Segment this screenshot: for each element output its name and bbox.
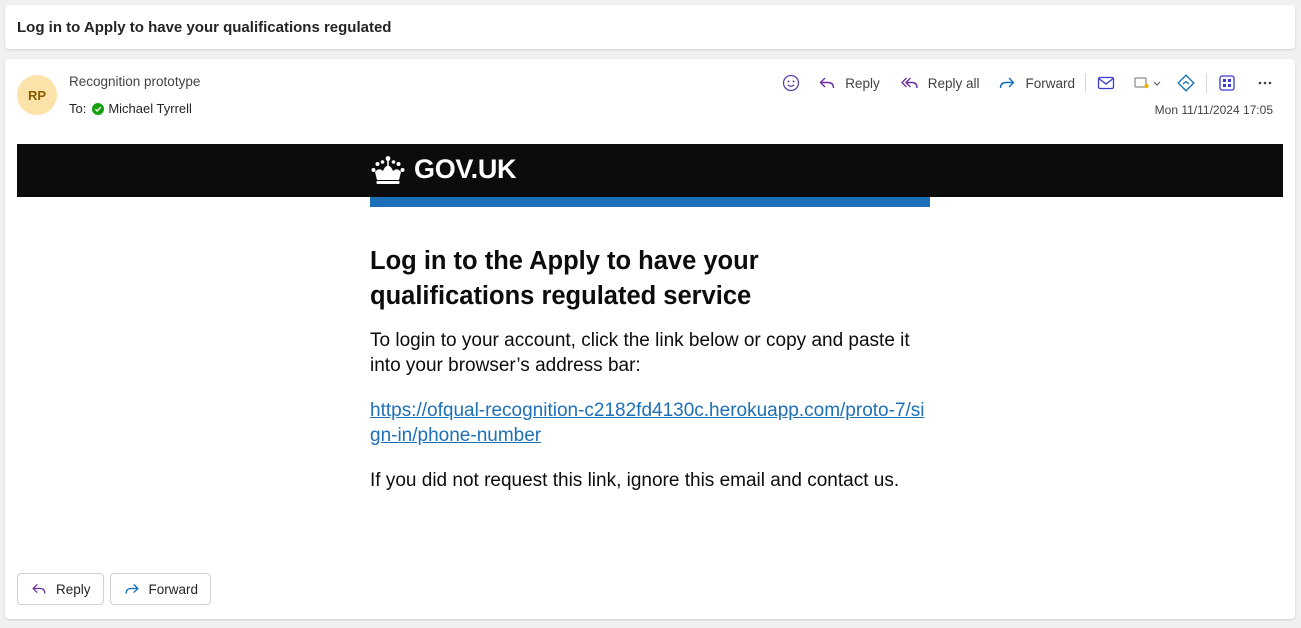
apps-grid-icon (1219, 75, 1235, 91)
govuk-blue-bar (370, 197, 930, 207)
reply-icon (32, 584, 46, 594)
recipient-name[interactable]: Michael Tyrrell (108, 101, 192, 116)
apps-button[interactable] (1217, 73, 1237, 93)
subject-bar: Log in to Apply to have your qualificati… (5, 5, 1295, 49)
bottom-reply-label: Reply (56, 581, 91, 597)
govuk-logo[interactable]: GOV.UK (371, 154, 517, 185)
emoji-icon (783, 74, 800, 92)
emoji-reaction-button[interactable] (781, 73, 801, 93)
categorize-button[interactable] (1132, 73, 1162, 93)
bottom-forward-button[interactable]: Forward (109, 573, 212, 605)
crown-icon (371, 155, 405, 184)
sent-date: Mon 11/11/2024 17:05 (1154, 103, 1273, 117)
email-heading: Log in to the Apply to have your qualifi… (370, 247, 759, 310)
reply-label: Reply (845, 75, 880, 91)
bottom-actions: Reply Forward (17, 573, 217, 605)
avatar[interactable]: RP (17, 75, 57, 115)
govuk-logo-text: GOV.UK (414, 154, 517, 184)
recipient-line: To: Michael Tyrrell (69, 101, 192, 116)
diamond-arrow-icon (1177, 74, 1195, 92)
toolbar-divider (1085, 73, 1086, 93)
forward-button[interactable]: Forward (997, 73, 1075, 93)
email-body: GOV.UK Log in to the Apply to have your … (17, 144, 1283, 564)
email-subject: Log in to Apply to have your qualificati… (17, 18, 392, 36)
sign-in-link[interactable]: https://ofqual-recognition-c2182fd4130c.… (370, 400, 925, 446)
govuk-header: GOV.UK (17, 144, 1283, 197)
mail-icon (1097, 76, 1115, 90)
sender-name[interactable]: Recognition prototype (69, 74, 200, 89)
chevron-down-icon (1153, 81, 1161, 86)
forward-icon (125, 584, 139, 594)
available-status-icon (92, 102, 105, 115)
to-label: To: (69, 101, 87, 116)
immersive-reader-button[interactable] (1176, 73, 1196, 93)
more-actions-button[interactable] (1255, 73, 1275, 93)
message-actions: Reply Reply all Forward (781, 72, 1275, 94)
toolbar-divider-2 (1206, 73, 1207, 93)
mark-unread-button[interactable] (1096, 73, 1116, 93)
email-content: Log in to the Apply to have your qualifi… (370, 244, 930, 513)
email-intro-text: To login to your account, click the link… (370, 330, 910, 376)
reply-button[interactable]: Reply (817, 73, 880, 93)
tag-icon (1134, 77, 1149, 89)
more-horizontal-icon (1258, 81, 1272, 85)
forward-icon (1000, 77, 1015, 89)
message-card: RP Recognition prototype To: Michael Tyr… (5, 59, 1295, 619)
reply-all-label: Reply all (927, 75, 980, 91)
bottom-forward-label: Forward (148, 581, 199, 597)
email-footer-text: If you did not request this link, ignore… (370, 470, 900, 491)
bottom-reply-button[interactable]: Reply (17, 573, 104, 605)
reply-icon (819, 77, 835, 89)
forward-label: Forward (1025, 75, 1075, 91)
reply-all-icon (900, 77, 918, 89)
reply-all-button[interactable]: Reply all (900, 73, 980, 93)
